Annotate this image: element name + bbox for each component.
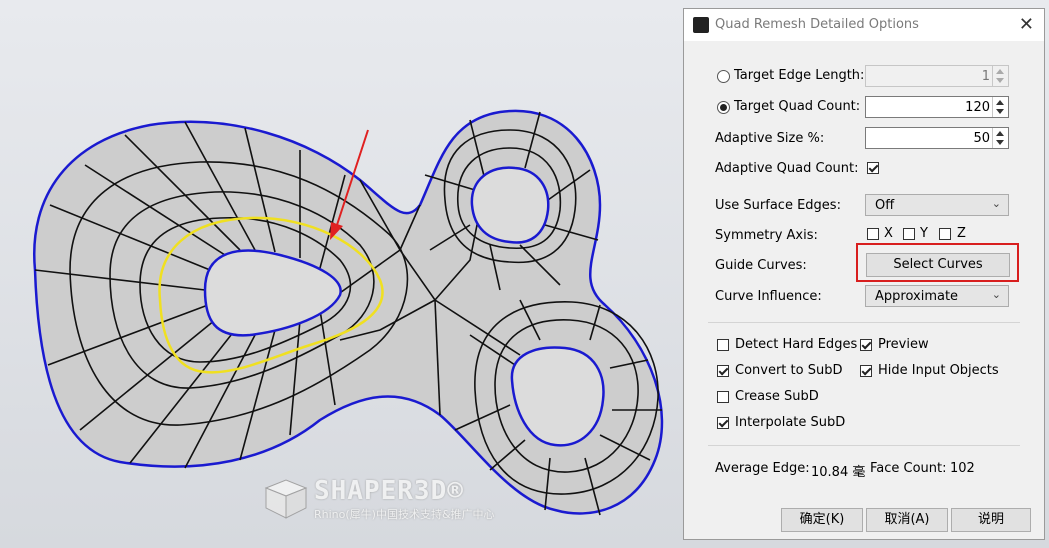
crease-subd-label: Crease SubD	[735, 389, 819, 404]
detect-hard-edges-label: Detect Hard Edges	[735, 337, 858, 352]
watermark: SHAPER3D® Rhino(犀牛)中国技术支持&推广中心	[262, 474, 562, 524]
symmetry-z-checkbox[interactable]	[939, 228, 951, 240]
symmetry-axis-label: Symmetry Axis:	[715, 228, 818, 243]
preview-label: Preview	[878, 337, 929, 352]
use-surface-edges-select[interactable]: Off ⌄	[865, 194, 1009, 216]
target-quad-count-label: Target Quad Count:	[734, 99, 861, 114]
average-edge-label: Average Edge:	[715, 461, 810, 476]
close-icon[interactable]: ✕	[1019, 14, 1034, 35]
guide-curves-label: Guide Curves:	[715, 258, 807, 273]
cancel-button[interactable]: 取消(A)	[866, 508, 948, 532]
symmetry-z-label: Z	[957, 226, 966, 241]
separator	[708, 322, 1020, 323]
curve-influence-label: Curve Influence:	[715, 289, 822, 304]
ok-button[interactable]: 确定(K)	[781, 508, 863, 532]
convert-to-subd-label: Convert to SubD	[735, 363, 843, 378]
quad-mesh-drawing	[33, 109, 664, 516]
target-quad-count-input[interactable]: 120	[865, 96, 1009, 118]
crease-subd-checkbox[interactable]	[717, 391, 729, 403]
select-curves-button[interactable]: Select Curves	[866, 253, 1010, 277]
face-count-label: Face Count:	[870, 461, 947, 476]
use-surface-edges-label: Use Surface Edges:	[715, 198, 841, 213]
target-quad-count-radio[interactable]	[717, 101, 730, 114]
average-edge-value: 10.84 毫	[811, 465, 866, 480]
adaptive-size-input[interactable]: 50	[865, 127, 1009, 149]
preview-checkbox[interactable]	[860, 339, 872, 351]
target-edge-length-label: Target Edge Length:	[734, 68, 865, 83]
quad-remesh-dialog: Quad Remesh Detailed Options ✕ Target Ed…	[683, 8, 1045, 540]
dialog-title: Quad Remesh Detailed Options	[715, 17, 919, 32]
target-edge-length-input: 1	[865, 65, 1009, 87]
rhino-viewport[interactable]: SHAPER3D® Rhino(犀牛)中国技术支持&推广中心	[0, 0, 680, 548]
adaptive-quad-count-checkbox[interactable]	[867, 162, 879, 174]
symmetry-y-label: Y	[920, 226, 928, 241]
watermark-brand: SHAPER3D®	[314, 476, 464, 506]
adaptive-quad-count-label: Adaptive Quad Count:	[715, 161, 859, 176]
watermark-subtitle: Rhino(犀牛)中国技术支持&推广中心	[314, 508, 495, 521]
symmetry-y-checkbox[interactable]	[903, 228, 915, 240]
convert-to-subd-checkbox[interactable]	[717, 365, 729, 377]
separator	[708, 445, 1020, 446]
adaptive-size-label: Adaptive Size %:	[715, 131, 825, 146]
hide-input-objects-checkbox[interactable]	[860, 365, 872, 377]
mesh-outer-boundary	[33, 109, 664, 515]
cube-logo-icon	[264, 479, 308, 519]
rhino-app-icon	[693, 17, 709, 33]
help-button[interactable]: 说明	[951, 508, 1031, 532]
interpolate-subd-label: Interpolate SubD	[735, 415, 846, 430]
detect-hard-edges-checkbox[interactable]	[717, 339, 729, 351]
curve-influence-select[interactable]: Approximate ⌄	[865, 285, 1009, 307]
symmetry-x-label: X	[884, 226, 893, 241]
symmetry-x-checkbox[interactable]	[867, 228, 879, 240]
target-edge-length-radio[interactable]	[717, 70, 730, 83]
dialog-titlebar[interactable]: Quad Remesh Detailed Options ✕	[684, 9, 1044, 41]
chevron-down-icon: ⌄	[991, 288, 1001, 301]
mesh-hole-upper-right	[470, 166, 550, 244]
interpolate-subd-checkbox[interactable]	[717, 417, 729, 429]
face-count-value: 102	[950, 461, 975, 476]
hide-input-objects-label: Hide Input Objects	[878, 363, 999, 378]
chevron-down-icon: ⌄	[991, 197, 1001, 210]
